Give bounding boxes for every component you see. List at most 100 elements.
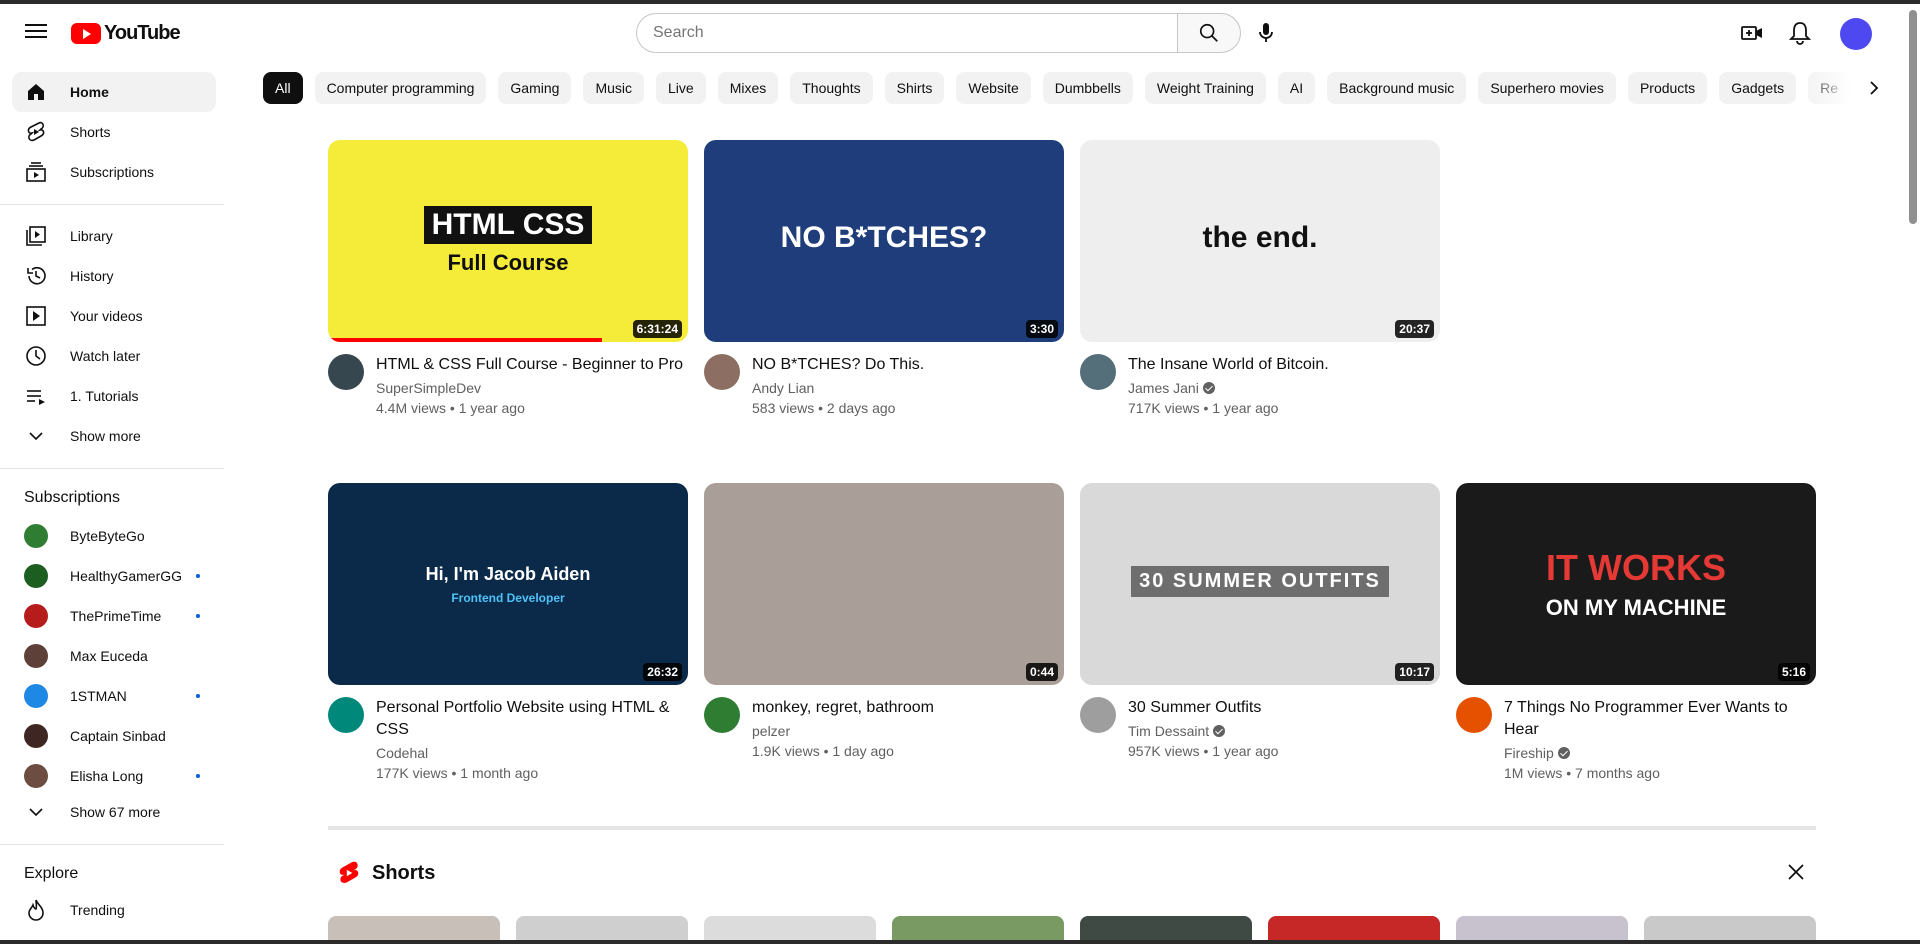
channel-avatar[interactable] (1080, 697, 1116, 733)
shorts-dismiss-button[interactable] (1780, 856, 1812, 888)
channel-avatar[interactable] (1456, 697, 1492, 733)
channel-avatar[interactable] (328, 697, 364, 733)
sidebar-show-more-subscriptions[interactable]: Show 67 more (12, 792, 216, 832)
channel-name[interactable]: SuperSimpleDev (376, 378, 481, 398)
filter-chip[interactable]: Gaming (498, 72, 572, 104)
sidebar-divider (0, 844, 224, 845)
sidebar-item-watch-later[interactable]: Watch later (12, 336, 216, 376)
video-title[interactable]: 30 Summer Outfits (1128, 697, 1278, 719)
video-thumbnail[interactable]: Hi, I'm Jacob Aiden Frontend Developer 26:… (328, 483, 688, 685)
sidebar-item-label: Home (70, 84, 109, 100)
sidebar-item-history[interactable]: History (12, 256, 216, 296)
thumbnail-text: the end. (1202, 221, 1318, 254)
video-card[interactable]: 0:44 monkey, regret, bathroom pelzer 1.9K v… (704, 483, 1064, 761)
menu-icon[interactable] (22, 20, 50, 44)
channel-avatar (24, 524, 48, 548)
filter-chip[interactable]: Website (956, 72, 1031, 104)
sidebar-divider (0, 204, 224, 205)
subscription-item[interactable]: 1STMAN (12, 676, 216, 716)
video-card[interactable]: IT WORKS ON MY MACHINE 5:16 7 Things No Pro… (1456, 483, 1816, 783)
channel-avatar[interactable] (704, 354, 740, 390)
filter-chip[interactable]: Products (1627, 72, 1708, 104)
channel-name[interactable]: James Jani (1128, 378, 1199, 398)
filter-chip[interactable]: Weight Training (1144, 72, 1266, 104)
sidebar-item-home[interactable]: Home (12, 72, 216, 112)
video-card[interactable]: 30 SUMMER OUTFITS 10:17 30 Summer Outfits T… (1080, 483, 1440, 761)
video-card[interactable]: the end. 20:37 The Insane World of Bitcoin… (1080, 140, 1440, 418)
subscription-item[interactable]: Elisha Long (12, 756, 216, 796)
search-button[interactable] (1177, 13, 1241, 53)
search-box (636, 13, 1241, 53)
channel-avatar[interactable] (1080, 354, 1116, 390)
subscription-item[interactable]: ByteByteGo (12, 516, 216, 556)
filter-chip[interactable]: Live (656, 72, 706, 104)
sidebar-item-your-videos[interactable]: Your videos (12, 296, 216, 336)
channel-name[interactable]: Codehal (376, 743, 428, 763)
channel-avatar (24, 604, 48, 628)
trending-icon (24, 898, 48, 922)
sidebar-item-playlist[interactable]: 1. Tutorials (12, 376, 216, 416)
video-thumbnail[interactable]: NO B*TCHES? 3:30 (704, 140, 1064, 342)
sidebar-item-subscriptions[interactable]: Subscriptions (12, 152, 216, 192)
thumbnail-art: the end. (1080, 140, 1440, 342)
video-stats: 583 views • 2 days ago (752, 400, 896, 416)
video-title[interactable]: The Insane World of Bitcoin. (1128, 354, 1329, 376)
video-duration: 5:16 (1777, 663, 1810, 681)
create-button[interactable] (1736, 17, 1768, 49)
account-avatar[interactable] (1840, 18, 1872, 50)
channel-name[interactable]: Tim Dessaint (1128, 721, 1209, 741)
channel-name[interactable]: pelzer (752, 721, 790, 741)
thumbnail-art: NO B*TCHES? (704, 140, 1064, 342)
page-scrollbar[interactable] (1906, 4, 1920, 944)
filter-chip[interactable]: Superhero movies (1478, 72, 1616, 104)
video-thumbnail[interactable]: HTML CSS Full Course 6:31:24 (328, 140, 688, 342)
new-content-dot (196, 694, 200, 698)
scrollbar-thumb[interactable] (1909, 10, 1917, 224)
home-icon (24, 80, 48, 104)
video-title[interactable]: 7 Things No Programmer Ever Wants to Hea… (1504, 697, 1816, 741)
notifications-button[interactable] (1784, 17, 1816, 49)
filter-chip[interactable]: All (263, 72, 303, 104)
voice-search-button[interactable] (1250, 17, 1282, 49)
video-card[interactable]: NO B*TCHES? 3:30 NO B*TCHES? Do This. Andy … (704, 140, 1064, 418)
channel-name[interactable]: Andy Lian (752, 378, 814, 398)
channel-avatar[interactable] (328, 354, 364, 390)
sidebar-item-shorts[interactable]: Shorts (12, 112, 216, 152)
video-title[interactable]: NO B*TCHES? Do This. (752, 354, 924, 376)
filter-chip[interactable]: Thoughts (790, 72, 873, 104)
subscription-item[interactable]: Max Euceda (12, 636, 216, 676)
search-input[interactable] (636, 13, 1177, 53)
video-thumbnail[interactable]: IT WORKS ON MY MACHINE 5:16 (1456, 483, 1816, 685)
filter-chip[interactable]: Computer programming (314, 72, 487, 104)
video-thumbnail[interactable]: 0:44 (704, 483, 1064, 685)
filter-chip[interactable]: AI (1277, 72, 1316, 104)
chips-next-button[interactable] (1858, 72, 1890, 104)
sidebar-item-library[interactable]: Library (12, 216, 216, 256)
video-title[interactable]: Personal Portfolio Website using HTML & … (376, 697, 688, 741)
sidebar-show-more[interactable]: Show more (12, 416, 216, 456)
youtube-logo[interactable]: YouTube (71, 22, 181, 45)
filter-chip[interactable]: Mixes (717, 72, 779, 104)
channel-avatar[interactable] (704, 697, 740, 733)
video-title[interactable]: monkey, regret, bathroom (752, 697, 934, 719)
subscription-item[interactable]: HealthyGamerGG (12, 556, 216, 596)
filter-chip[interactable]: Dumbbells (1042, 72, 1133, 104)
channel-name[interactable]: Fireship (1504, 743, 1554, 763)
sidebar-item-trending[interactable]: Trending (12, 890, 216, 930)
thumbnail-subtext: Full Course (447, 250, 569, 275)
subscription-item[interactable]: Captain Sinbad (12, 716, 216, 756)
sidebar-item-label: Your videos (70, 308, 143, 324)
video-title[interactable]: HTML & CSS Full Course - Beginner to Pro (376, 354, 683, 376)
video-duration: 6:31:24 (632, 320, 682, 338)
filter-chip[interactable]: Background music (1327, 72, 1467, 104)
video-card[interactable]: HTML CSS Full Course 6:31:24 HTML & CSS Ful… (328, 140, 688, 418)
filter-chip[interactable]: Gadgets (1719, 72, 1797, 104)
video-card[interactable]: Hi, I'm Jacob Aiden Frontend Developer 26:… (328, 483, 688, 783)
video-thumbnail[interactable]: 30 SUMMER OUTFITS 10:17 (1080, 483, 1440, 685)
filter-chip[interactable]: Music (583, 72, 644, 104)
subscription-item[interactable]: ThePrimeTime (12, 596, 216, 636)
filter-chip[interactable]: Shirts (884, 72, 945, 104)
channel-avatar (24, 764, 48, 788)
video-thumbnail[interactable]: the end. 20:37 (1080, 140, 1440, 342)
subscriptions-heading: Subscriptions (24, 489, 121, 506)
